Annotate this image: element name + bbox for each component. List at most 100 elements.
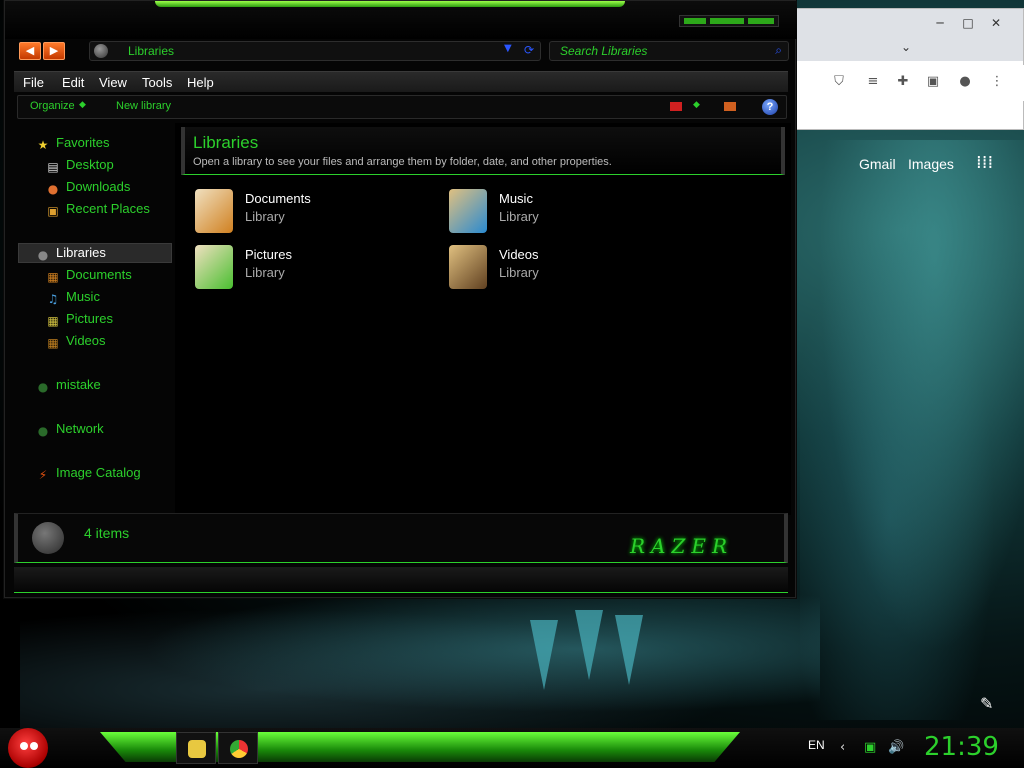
razer-logo: RAZER [630,534,734,558]
chevron-down-icon[interactable]: ⌄ [892,39,920,55]
search-placeholder: Search Libraries [560,44,648,58]
library-kind: Library [245,265,285,280]
taskbar-chrome-button[interactable] [218,732,258,764]
menu-view[interactable]: View [99,75,127,90]
refresh-icon[interactable]: ⟳ [524,43,534,57]
library-kind: Library [499,209,539,224]
network-tray-icon[interactable]: ▣ [864,740,876,755]
volume-icon[interactable]: 🔊 [888,740,904,755]
images-link[interactable]: Images [908,156,954,172]
videos-icon: ▦ [47,336,59,350]
organize-dropdown-icon[interactable]: ◆ [79,100,86,110]
ublock-icon[interactable]: ⛉ [830,73,848,91]
titlebar-accent [155,1,625,7]
music-icon: ♫ [47,292,59,306]
apps-grid-icon[interactable]: ⁞⁞⁞ [976,152,993,173]
content-pane: Libraries Open a library to see your fil… [175,123,791,515]
address-bar-row: ◀ ▶ Libraries ▼ ⟳ Search Libraries ⌕ [17,41,789,63]
library-music[interactable]: Music Library [449,187,689,237]
address-text: Libraries [128,44,175,58]
videos-folder-icon [449,245,487,289]
nav-downloads[interactable]: ● Downloads [46,177,131,197]
explorer-window: ◀ ▶ Libraries ▼ ⟳ Search Libraries ⌕ Fil… [4,0,797,598]
nav-libraries[interactable]: ● Libraries [36,243,106,263]
library-documents[interactable]: Documents Library [195,187,435,237]
star-icon: ★ [37,138,49,152]
gmail-link[interactable]: Gmail [859,156,896,172]
menu-file[interactable]: File [23,75,44,90]
homegroup-icon: ● [37,380,49,394]
wallpaper-glow [800,140,1024,720]
window-controls[interactable] [679,15,779,27]
nav-pictures[interactable]: ▦ Pictures [46,309,113,329]
image-catalog-icon: ⚡ [38,468,48,482]
network-icon: ● [37,424,49,438]
command-bar: Organize ◆ New library ◆ ? [17,95,787,119]
address-bar[interactable]: Libraries ▼ ⟳ [89,41,541,61]
view-options-icon[interactable] [670,102,682,111]
profile-icon[interactable]: ● [956,73,974,91]
nav-image-catalog[interactable]: ⚡ Image Catalog [36,463,141,483]
downloads-icon: ● [47,182,59,196]
library-pictures[interactable]: Pictures Library [195,243,435,293]
nav-desktop[interactable]: ▤ Desktop [46,155,113,175]
chevron-down-icon[interactable]: ▼ [504,43,512,54]
library-name: Documents [245,191,311,206]
wallpaper-fang [615,615,643,685]
library-videos[interactable]: Videos Library [449,243,689,293]
puzzle-icon[interactable]: ✚ [894,73,912,91]
organize-button[interactable]: Organize [30,100,75,112]
pictures-icon: ▦ [47,314,59,328]
minimize-icon[interactable]: ─ [926,15,954,31]
menu-edit[interactable]: Edit [62,75,84,90]
documents-folder-icon [195,189,233,233]
nav-documents[interactable]: ▦ Documents [46,265,131,285]
library-kind: Library [245,209,285,224]
start-button-angry-bird-icon[interactable] [8,728,48,768]
clock[interactable]: 21:39 [924,732,999,762]
library-name: Music [499,191,533,206]
menu-tools[interactable]: Tools [142,75,172,90]
flag-extension-icon[interactable]: ≡ [864,73,882,91]
window-titlebar [5,1,797,39]
menu-help[interactable]: Help [187,75,214,90]
tray-chevron-icon[interactable]: ‹ [840,740,845,755]
language-indicator[interactable]: EN [808,738,825,752]
taskbar-explorer-button[interactable] [176,732,216,764]
maximize-icon[interactable]: □ [954,15,982,31]
view-dropdown-icon[interactable]: ◆ [693,100,700,110]
page-title: Libraries [193,133,259,152]
browser-window: ─ □ ✕ ⌄ ⛉ ≡ ✚ ▣ ● ⋮ [795,8,1024,130]
wallpaper-fang [575,610,603,680]
chrome-icon [230,740,248,758]
new-library-button[interactable]: New library [116,100,171,112]
nav-music[interactable]: ♫ Music [46,287,100,307]
search-input[interactable]: Search Libraries ⌕ [549,41,789,61]
edit-pen-icon[interactable]: ✎ [980,694,993,713]
google-bar: Gmail Images ⁞⁞⁞ [800,150,1024,180]
library-kind: Library [499,265,539,280]
nav-network[interactable]: ● Network [36,419,104,439]
library-header: Libraries Open a library to see your fil… [181,127,785,175]
side-panel-icon[interactable]: ▣ [924,73,942,91]
search-icon[interactable]: ⌕ [775,43,782,58]
help-icon[interactable]: ? [762,99,778,115]
pictures-folder-icon [195,245,233,289]
nav-videos[interactable]: ▦ Videos [46,331,105,351]
wallpaper-glow [20,595,820,730]
wallpaper-fang [530,620,558,690]
nav-mistake[interactable]: ● mistake [36,375,101,395]
item-count: 4 items [84,525,130,541]
close-icon[interactable]: ✕ [982,15,1010,31]
kebab-menu-icon[interactable]: ⋮ [988,73,1006,91]
back-button[interactable]: ◀ [19,42,41,60]
menu-bar: File Edit View Tools Help [14,71,788,92]
window-bottom-rail [14,567,788,593]
nav-recent-places[interactable]: ▣ Recent Places [46,199,150,219]
preview-pane-icon[interactable] [724,102,736,111]
forward-button[interactable]: ▶ [43,42,65,60]
library-name: Pictures [245,247,292,262]
music-folder-icon [449,189,487,233]
libraries-icon: ● [37,248,49,262]
nav-favorites[interactable]: ★ Favorites [36,133,110,153]
